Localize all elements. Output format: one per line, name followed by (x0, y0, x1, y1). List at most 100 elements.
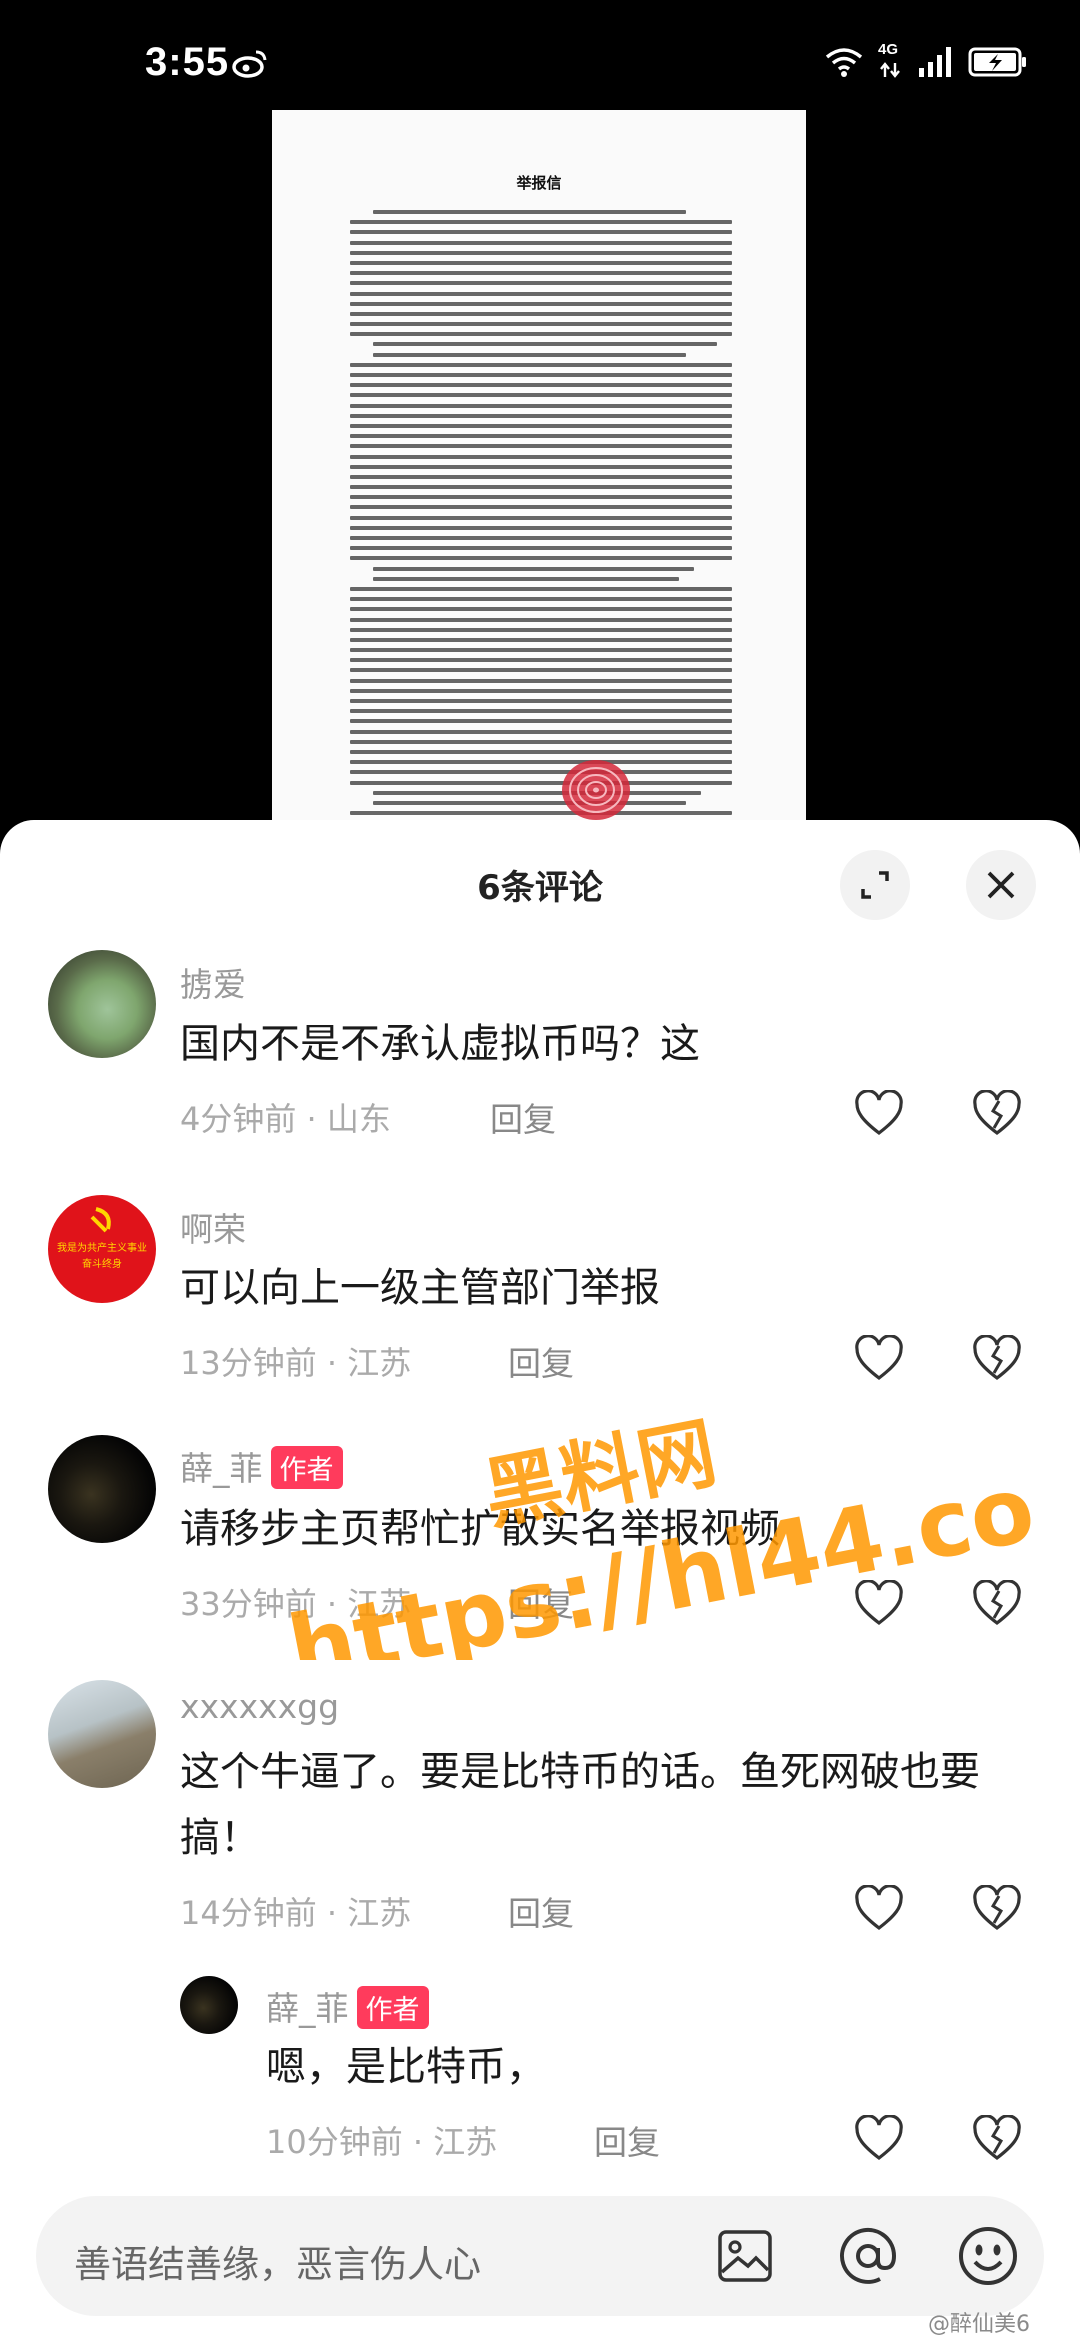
document-text-line (350, 760, 732, 765)
status-icons: 4G (824, 41, 1028, 82)
dislike-heart-icon[interactable] (972, 2115, 1022, 2161)
comment-username[interactable]: xxxxxxgg (180, 1687, 339, 1726)
document-text-line (350, 811, 732, 816)
document-text-line (350, 739, 732, 744)
reply-button[interactable]: 回复 (490, 1093, 556, 1141)
document-text-line (350, 291, 732, 296)
dislike-heart-icon[interactable] (972, 1885, 1022, 1931)
author-badge: 作者 (270, 1446, 343, 1489)
document-text-line (350, 485, 732, 490)
document-text-line (350, 556, 732, 561)
document-text-line (350, 749, 732, 754)
document-text-line (350, 362, 732, 367)
comments-count-title: 6条评论 (477, 868, 603, 908)
document-text-line (372, 576, 679, 581)
document-text-line (350, 617, 732, 622)
data-arrows-icon (880, 62, 900, 78)
document-title: 举报信 (516, 174, 562, 192)
comment-username-text: 薛_菲 (266, 1989, 349, 2028)
comment-input-bar[interactable]: 善语结善缘，恶言伤人心 (36, 2196, 1044, 2316)
dislike-heart-icon[interactable] (972, 1335, 1022, 1381)
like-heart-icon[interactable] (854, 1580, 904, 1626)
document-text-line (350, 648, 732, 653)
comment-location: 江苏 (433, 2123, 498, 2161)
author-badge: 作者 (356, 1986, 429, 2029)
document-text-line (372, 342, 717, 347)
emoji-icon[interactable] (956, 2224, 1020, 2288)
reply-button[interactable]: 回复 (508, 1887, 574, 1935)
comment-input-placeholder[interactable]: 善语结善缘，恶言伤人心 (74, 2234, 481, 2288)
comment-username[interactable]: 掳爱 (180, 958, 246, 1006)
dislike-heart-icon[interactable] (972, 1090, 1022, 1136)
status-time: 3:55 (145, 40, 230, 84)
document-text-line (350, 678, 732, 683)
reply-button[interactable]: 回复 (508, 1578, 574, 1626)
expand-button[interactable] (840, 850, 910, 920)
weibo-icon (232, 50, 267, 78)
like-heart-icon[interactable] (854, 1335, 904, 1381)
document-text-line (350, 658, 732, 663)
comment-username[interactable]: 薛_菲 作者 (266, 1982, 429, 2032)
like-heart-icon[interactable] (854, 2115, 904, 2161)
comment-username[interactable]: 薛_菲 作者 (180, 1442, 343, 1492)
comment-time: 14分钟前 (180, 1894, 317, 1932)
wifi-icon (825, 48, 863, 77)
comment-time: 33分钟前 (180, 1585, 317, 1623)
status-bar: 3:55 4G (0, 0, 1080, 110)
post-image-area[interactable]: 举报信 (0, 110, 1080, 830)
avatar[interactable] (180, 1976, 238, 2034)
document-text-line (350, 536, 732, 540)
comment-meta: 10分钟前 · 江苏 (266, 2123, 498, 2161)
document-text-line (350, 586, 732, 591)
expand-icon (861, 871, 889, 899)
document-text-line (350, 332, 732, 337)
avatar[interactable] (48, 1435, 156, 1543)
comment-location: 江苏 (347, 1344, 412, 1382)
network-type: 4G (878, 41, 904, 79)
document-text-line (350, 464, 732, 469)
document-text-line (350, 423, 732, 428)
mention-icon[interactable] (836, 2224, 900, 2288)
close-button[interactable] (966, 850, 1036, 920)
comment-username[interactable]: 啊荣 (180, 1203, 246, 1251)
comment-location: 山东 (326, 1100, 391, 1138)
document-text-line (350, 220, 732, 225)
document-text-line (350, 637, 732, 642)
document-text-line (372, 210, 687, 214)
document-text-line (350, 260, 732, 265)
reply-button[interactable]: 回复 (508, 1337, 574, 1385)
document-text-line (350, 719, 732, 724)
document-text-line (350, 515, 732, 520)
document-text-line (350, 322, 732, 327)
document-text-line (350, 668, 732, 673)
comment-text: 可以向上一级主管部门举报 (180, 1265, 660, 1311)
comment-location: 江苏 (347, 1894, 412, 1932)
like-heart-icon[interactable] (854, 1090, 904, 1136)
dislike-heart-icon[interactable] (972, 1580, 1022, 1626)
document-text-line (350, 770, 732, 775)
signal-icon (919, 47, 951, 77)
document-text-line (350, 301, 732, 306)
document-text-line (350, 699, 732, 703)
comment-username-text: 薛_菲 (180, 1449, 263, 1488)
document-text-line (350, 505, 732, 510)
document-text-line (350, 729, 732, 734)
avatar[interactable]: 我是为共产主义事业奋斗终身 (48, 1195, 156, 1303)
document-text-line (350, 250, 732, 255)
close-icon (987, 871, 1015, 899)
comment-time: 4分钟前 (180, 1100, 297, 1138)
document-text-line (372, 790, 702, 795)
comment-time: 13分钟前 (180, 1344, 317, 1382)
like-heart-icon[interactable] (854, 1885, 904, 1931)
document-page: 举报信 (272, 110, 806, 830)
reply-button[interactable]: 回复 (594, 2116, 660, 2164)
avatar[interactable] (48, 950, 156, 1058)
document-text-line (350, 627, 732, 632)
comment-meta: 33分钟前 · 江苏 (180, 1585, 412, 1623)
avatar[interactable] (48, 1680, 156, 1788)
image-icon[interactable] (716, 2228, 774, 2284)
document-text-line (350, 546, 732, 551)
comment-location: 江苏 (347, 1585, 412, 1623)
comment-text: 这个牛逼了。要是比特币的话。鱼死网破也要搞！ (180, 1749, 980, 1861)
comment-text: 请移步主页帮忙扩散实名举报视频 (180, 1506, 780, 1552)
